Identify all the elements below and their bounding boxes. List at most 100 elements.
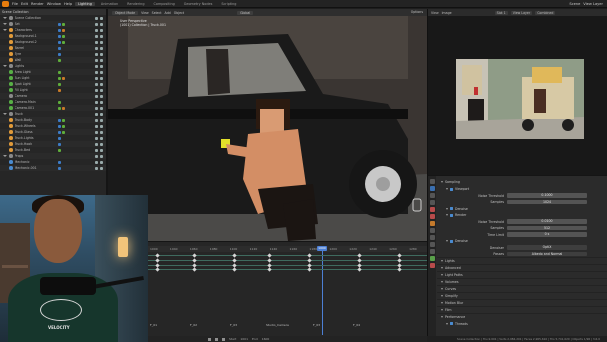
- panel-header-label[interactable]: Light Paths: [445, 273, 463, 277]
- workspace-tab-rendering[interactable]: Rendering: [124, 2, 147, 6]
- panel-header-label[interactable]: Film: [445, 308, 451, 312]
- keyframe[interactable]: [155, 267, 160, 272]
- modifier-icon[interactable]: [57, 148, 61, 152]
- eye-icon[interactable]: [95, 118, 98, 122]
- modifier-icon[interactable]: [62, 130, 65, 134]
- camera-render-icon[interactable]: [100, 28, 103, 32]
- viewport-menu-add[interactable]: Add: [165, 11, 171, 15]
- scene-tab-icon[interactable]: [429, 207, 435, 212]
- modifier-icon[interactable]: [62, 22, 65, 26]
- play-icon[interactable]: [215, 337, 218, 341]
- modifier-icon[interactable]: [57, 136, 61, 140]
- eye-icon[interactable]: [95, 154, 98, 158]
- timeline-editor[interactable]: 1000 1040 1060 1080 1100 1120 1140 1160 1180 1200…: [148, 241, 427, 342]
- camera-render-icon[interactable]: [100, 160, 103, 164]
- image-menu-image[interactable]: Image: [442, 11, 452, 15]
- timeline-marker[interactable]: F_03: [230, 323, 237, 327]
- render-layer-dropdown[interactable]: View Layer: [510, 10, 533, 15]
- particles-tab-icon[interactable]: [429, 235, 435, 240]
- workspace-tab-animation[interactable]: Animation: [98, 2, 121, 6]
- modifier-icon[interactable]: [62, 34, 65, 38]
- keyframe[interactable]: [267, 253, 272, 258]
- modifier-icon[interactable]: [57, 124, 61, 128]
- menu-render[interactable]: Render: [31, 2, 44, 6]
- eye-icon[interactable]: [95, 136, 98, 140]
- keyframe[interactable]: [232, 267, 237, 272]
- render-tab-icon[interactable]: [429, 186, 435, 191]
- keyframe[interactable]: [192, 258, 197, 263]
- camera-render-icon[interactable]: [100, 76, 103, 80]
- viewport-menu-object[interactable]: Object: [174, 11, 184, 15]
- panel-checkbox[interactable]: [450, 207, 453, 210]
- modifier-icon[interactable]: [57, 70, 61, 74]
- panel-checkbox[interactable]: [450, 187, 453, 191]
- camera-render-icon[interactable]: [100, 106, 103, 110]
- modifier-tab-icon[interactable]: [429, 228, 435, 233]
- tool-tab-icon[interactable]: [429, 179, 435, 184]
- panel-header-label[interactable]: Viewport: [455, 187, 469, 191]
- 3d-viewport[interactable]: Object Mode View Select Add Object Globa…: [107, 9, 427, 241]
- keyframe[interactable]: [357, 253, 362, 258]
- keyframe[interactable]: [155, 258, 160, 263]
- eye-icon[interactable]: [95, 46, 98, 50]
- jump-end-icon[interactable]: [222, 337, 225, 341]
- modifier-icon[interactable]: [57, 28, 61, 32]
- eye-icon[interactable]: [95, 106, 98, 110]
- expand-triangle-icon[interactable]: [3, 113, 7, 115]
- timeline-ruler[interactable]: 1000 1040 1060 1080 1100 1120 1140 1160 1180 1200…: [148, 246, 427, 252]
- camera-render-icon[interactable]: [100, 148, 103, 152]
- camera-render-icon[interactable]: [100, 136, 103, 140]
- keyframe[interactable]: [155, 253, 160, 258]
- eye-icon[interactable]: [95, 142, 98, 146]
- expand-triangle-icon[interactable]: [3, 17, 7, 19]
- modifier-icon[interactable]: [62, 76, 65, 80]
- eye-icon[interactable]: [95, 22, 98, 26]
- image-menu-view[interactable]: View: [431, 11, 439, 15]
- keyframe[interactable]: [397, 253, 402, 258]
- modifier-icon[interactable]: [57, 166, 61, 170]
- panel-expand-icon[interactable]: [441, 315, 443, 318]
- panel-expand-icon[interactable]: [441, 181, 443, 183]
- panel-expand-icon[interactable]: [446, 240, 448, 242]
- physics-tab-icon[interactable]: [429, 242, 435, 247]
- panel-header-label[interactable]: Lights: [445, 259, 455, 263]
- property-field[interactable]: 0 s: [507, 232, 587, 237]
- camera-render-icon[interactable]: [100, 130, 103, 134]
- panel-checkbox[interactable]: [450, 213, 453, 217]
- panel-expand-icon[interactable]: [446, 207, 448, 210]
- panel-header-label[interactable]: Threads: [455, 322, 468, 326]
- panel-expand-icon[interactable]: [441, 266, 443, 269]
- panel-checkbox[interactable]: [450, 239, 453, 243]
- camera-render-icon[interactable]: [100, 124, 103, 128]
- modifier-icon[interactable]: [57, 52, 61, 56]
- modifier-icon[interactable]: [62, 40, 65, 44]
- eye-icon[interactable]: [95, 130, 98, 134]
- keyframe[interactable]: [307, 258, 312, 263]
- eye-icon[interactable]: [95, 148, 98, 152]
- eye-icon[interactable]: [95, 94, 98, 98]
- property-field[interactable]: 512: [507, 225, 587, 231]
- keyframe[interactable]: [232, 253, 237, 258]
- keyframe[interactable]: [267, 258, 272, 263]
- eye-icon[interactable]: [95, 64, 98, 68]
- camera-render-icon[interactable]: [100, 142, 103, 146]
- modifier-icon[interactable]: [57, 160, 61, 164]
- panel-header-label[interactable]: Denoise: [455, 239, 468, 243]
- eye-icon[interactable]: [95, 34, 98, 38]
- viewport-menu-view[interactable]: View: [141, 11, 149, 15]
- timeline-marker[interactable]: F_03: [313, 323, 320, 327]
- data-tab-icon[interactable]: [429, 256, 435, 261]
- panel-expand-icon[interactable]: [446, 214, 448, 216]
- eye-icon[interactable]: [95, 28, 98, 32]
- modifier-icon[interactable]: [57, 88, 61, 92]
- start-frame-field[interactable]: 1001: [240, 337, 248, 341]
- modifier-icon[interactable]: [57, 142, 61, 146]
- camera-render-icon[interactable]: [100, 64, 103, 68]
- keyframe[interactable]: [397, 258, 402, 263]
- camera-render-icon[interactable]: [100, 100, 103, 104]
- camera-render-icon[interactable]: [100, 52, 103, 56]
- modifier-icon[interactable]: [62, 106, 65, 110]
- output-tab-icon[interactable]: [429, 193, 435, 198]
- property-field[interactable]: 1024: [507, 199, 587, 205]
- menu-file[interactable]: File: [12, 2, 18, 6]
